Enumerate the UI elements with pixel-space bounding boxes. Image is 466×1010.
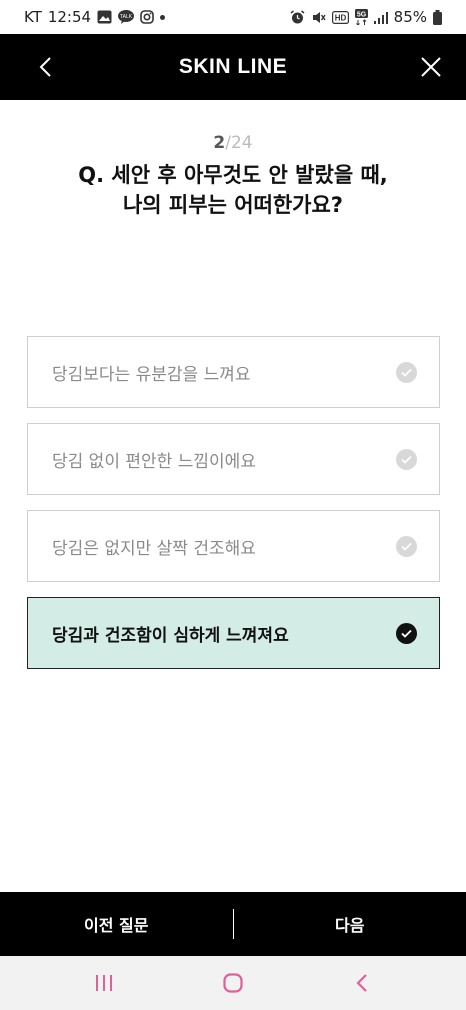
home-button[interactable] bbox=[213, 963, 253, 1003]
next-button[interactable]: 다음 bbox=[234, 892, 466, 956]
question-line-1: Q. 세안 후 아무것도 안 발랐을 때, bbox=[78, 163, 388, 187]
question-line-2: 나의 피부는 어떠한가요? bbox=[122, 193, 343, 217]
image-icon bbox=[97, 10, 112, 24]
back-icon bbox=[356, 974, 367, 992]
answer-option-selected[interactable]: 당김과 건조함이 심하게 느껴져요 bbox=[27, 597, 440, 669]
check-icon bbox=[396, 448, 417, 470]
previous-question-button[interactable]: 이전 질문 bbox=[0, 892, 233, 956]
answer-option-label: 당김은 없지만 살짝 건조해요 bbox=[52, 538, 256, 559]
alarm-icon bbox=[290, 9, 305, 25]
progress-current: 2 bbox=[213, 133, 226, 153]
answer-option[interactable]: 당김 없이 편안한 느낌이에요 bbox=[27, 423, 440, 495]
talk-icon: TALK bbox=[118, 10, 135, 24]
check-icon bbox=[396, 361, 417, 383]
question-progress: 2/24 bbox=[0, 133, 466, 153]
battery-percent: 85% bbox=[393, 8, 427, 26]
hd-icon: HD bbox=[331, 10, 349, 24]
answer-options: 당김보다는 유분감을 느껴요 당김 없이 편안한 느낌이에요 당김은 없지만 살… bbox=[27, 336, 440, 684]
answer-option[interactable]: 당김보다는 유분감을 느껴요 bbox=[27, 336, 440, 408]
signal-icon bbox=[373, 11, 388, 24]
answer-option-label: 당김보다는 유분감을 느껴요 bbox=[52, 364, 251, 385]
system-nav-bar bbox=[0, 956, 466, 1010]
answer-option-label: 당김과 건조함이 심하게 느껴져요 bbox=[52, 625, 289, 646]
check-icon bbox=[396, 535, 417, 557]
close-button[interactable] bbox=[416, 52, 446, 82]
battery-icon bbox=[433, 9, 442, 25]
check-icon bbox=[396, 622, 417, 644]
question-text: Q. 세안 후 아무것도 안 발랐을 때, 나의 피부는 어떠한가요? bbox=[0, 160, 466, 220]
dot-icon bbox=[160, 14, 166, 20]
status-left: KT 12:54 TALK bbox=[24, 8, 166, 26]
status-right: HD 5G 85% bbox=[290, 8, 442, 26]
svg-text:HD: HD bbox=[334, 13, 346, 22]
home-icon bbox=[223, 973, 243, 993]
answer-option[interactable]: 당김은 없지만 살짝 건조해요 bbox=[27, 510, 440, 582]
carrier-label: KT bbox=[24, 8, 42, 26]
recent-apps-button[interactable] bbox=[84, 963, 124, 1003]
svg-text:TALK: TALK bbox=[120, 14, 133, 20]
instagram-icon bbox=[140, 10, 154, 24]
clock: 12:54 bbox=[47, 8, 92, 26]
page-title: SKIN LINE bbox=[178, 55, 288, 78]
status-bar: KT 12:54 TALK HD 5G 85% bbox=[0, 0, 466, 34]
app-header: SKIN LINE bbox=[0, 34, 466, 100]
recent-apps-icon bbox=[96, 975, 113, 991]
answer-option-label: 당김 없이 편안한 느낌이에요 bbox=[52, 451, 256, 472]
progress-total: 24 bbox=[230, 133, 253, 153]
back-button[interactable] bbox=[30, 52, 60, 82]
chevron-left-icon bbox=[39, 57, 51, 77]
5g-icon: 5G bbox=[354, 9, 368, 25]
system-back-button[interactable] bbox=[342, 963, 382, 1003]
svg-text:5G: 5G bbox=[356, 12, 366, 19]
bottom-action-bar: 이전 질문 다음 bbox=[0, 892, 466, 956]
mute-icon bbox=[311, 10, 326, 25]
close-icon bbox=[421, 57, 441, 77]
